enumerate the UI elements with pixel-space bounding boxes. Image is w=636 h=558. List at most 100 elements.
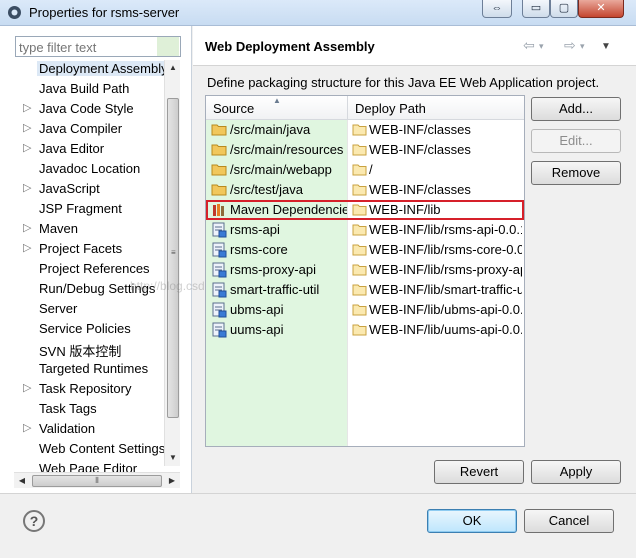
folder-icon — [352, 223, 367, 236]
table-row[interactable]: rsms-api WEB-INF/lib/rsms-api-0.0.1-SNAPS… — [206, 220, 524, 240]
source-cell: rsms-core — [230, 242, 288, 257]
maximize-button[interactable]: ▢ — [550, 0, 578, 18]
deploy-path-column-header[interactable]: Deploy Path — [355, 101, 426, 116]
back-dropdown-icon[interactable]: ▾ — [539, 41, 544, 52]
tree-item[interactable]: Targeted Runtimes — [14, 360, 164, 379]
scroll-up-icon[interactable]: ▲ — [165, 60, 181, 76]
source-cell: rsms-proxy-api — [230, 262, 316, 277]
remove-button[interactable]: Remove — [531, 161, 621, 185]
source-cell: smart-traffic-util — [230, 282, 320, 297]
back-arrow-icon[interactable]: ⇦ — [523, 37, 535, 54]
scroll-right-icon[interactable]: ▶ — [164, 473, 180, 489]
tree-item[interactable]: ▷ Java Compiler — [14, 120, 164, 139]
tree-item[interactable]: Project References — [14, 260, 164, 279]
view-menu-icon[interactable]: ▼ — [601, 41, 611, 52]
edit-button[interactable]: Edit... — [531, 129, 621, 153]
tree-vertical-scrollbar[interactable]: ▲ ≡ ▼ — [164, 60, 180, 466]
expand-arrow-icon[interactable]: ▷ — [23, 141, 31, 154]
table-row[interactable]: /src/main/webapp / — [206, 160, 524, 180]
expand-arrow-icon[interactable]: ▷ — [23, 381, 31, 394]
source-cell: /src/main/webapp — [230, 162, 332, 177]
table-row[interactable]: /src/test/java WEB-INF/classes — [206, 180, 524, 200]
property-nav-pane: Deployment Assembly Java Build Path ▷ Java … — [0, 26, 192, 493]
deploy-path-cell: WEB-INF/lib/smart-traffic-util-0.0.1-SNA… — [369, 282, 522, 297]
tree-item[interactable]: Web Page Editor — [14, 460, 164, 472]
table-row[interactable]: smart-traffic-util WEB-INF/lib/smart-traf… — [206, 280, 524, 300]
revert-button[interactable]: Revert — [434, 460, 524, 484]
tree-item-label: Java Build Path — [39, 81, 130, 96]
tree-item[interactable]: Service Policies — [14, 320, 164, 339]
tree-item[interactable]: ▷ Validation — [14, 420, 164, 439]
tree-item-label: Task Repository — [39, 381, 132, 396]
tree-item[interactable]: ▷ Java Editor — [14, 140, 164, 159]
table-row[interactable]: rsms-proxy-api WEB-INF/lib/rsms-proxy-api… — [206, 260, 524, 280]
project-icon — [211, 222, 227, 238]
forward-dropdown-icon[interactable]: ▾ — [580, 41, 585, 52]
deploy-path-cell: WEB-INF/lib/rsms-proxy-api-0.0.1-SNAPSHO… — [369, 262, 522, 277]
ok-button[interactable]: OK — [427, 509, 517, 533]
table-header: Source ▲ Deploy Path — [206, 96, 524, 120]
tree-item-label: Web Content Settings — [39, 441, 164, 456]
tree-item[interactable]: Java Build Path — [14, 80, 164, 99]
tree-item-label: Web Page Editor — [39, 461, 138, 472]
expand-arrow-icon[interactable]: ▷ — [23, 241, 31, 254]
folder-icon — [352, 303, 367, 316]
folder-icon — [352, 283, 367, 296]
source-cell: uums-api — [230, 322, 284, 337]
table-row[interactable]: /src/main/resources WEB-INF/classes — [206, 140, 524, 160]
scroll-down-icon[interactable]: ▼ — [165, 450, 181, 466]
folder-icon — [211, 122, 227, 138]
tree-item[interactable]: ▷ Task Repository — [14, 380, 164, 399]
tree-item-label: Server — [39, 301, 78, 316]
close-button[interactable]: ✕ — [578, 0, 624, 18]
project-icon — [211, 302, 227, 318]
expand-arrow-icon[interactable]: ▷ — [23, 221, 31, 234]
tree-item[interactable]: Web Content Settings — [14, 440, 164, 459]
expand-arrow-icon[interactable]: ▷ — [23, 421, 31, 434]
restore-button[interactable]: ⇔ — [482, 0, 512, 18]
scroll-thumb[interactable]: ≡ — [167, 98, 179, 418]
expand-arrow-icon[interactable]: ▷ — [23, 101, 31, 114]
hscroll-thumb[interactable]: ⦀ — [32, 475, 162, 487]
expand-arrow-icon[interactable]: ▷ — [23, 181, 31, 194]
page-description: Define packaging structure for this Java… — [207, 75, 600, 90]
source-column-header[interactable]: Source — [213, 101, 254, 116]
help-icon[interactable]: ? — [23, 510, 45, 532]
tree-item[interactable]: Javadoc Location — [14, 160, 164, 179]
tree-item[interactable]: Task Tags — [14, 400, 164, 419]
expand-arrow-icon[interactable]: ▷ — [23, 121, 31, 134]
deployment-table[interactable]: Source ▲ Deploy Path /src/main/java WEB-I… — [205, 95, 525, 447]
table-row[interactable]: ubms-api WEB-INF/lib/ubms-api-0.0.1-SNAPS… — [206, 300, 524, 320]
table-row[interactable]: /src/main/java WEB-INF/classes — [206, 120, 524, 140]
forward-arrow-icon[interactable]: ⇨ — [564, 37, 576, 54]
tree-item-label: Deployment Assembly — [37, 61, 164, 76]
deploy-path-cell: WEB-INF/classes — [369, 122, 471, 137]
minimize-button[interactable]: ▭ — [522, 0, 550, 18]
folder-icon — [352, 123, 367, 136]
tree-item[interactable]: Server — [14, 300, 164, 319]
table-row[interactable]: Maven Dependencies WEB-INF/lib — [206, 200, 524, 220]
table-row[interactable]: rsms-core WEB-INF/lib/rsms-core-0.0.1-SNA… — [206, 240, 524, 260]
tree-item-label: Java Code Style — [39, 101, 134, 116]
page-title: Web Deployment Assembly — [205, 39, 375, 54]
folder-icon — [352, 203, 367, 216]
deploy-path-cell: WEB-INF/lib — [369, 202, 441, 217]
tree-item[interactable]: ▷ JavaScript — [14, 180, 164, 199]
apply-button[interactable]: Apply — [531, 460, 621, 484]
tree-item[interactable]: ▷ Project Facets — [14, 240, 164, 259]
source-cell: /src/test/java — [230, 182, 303, 197]
tree-item-label: Java Editor — [39, 141, 105, 156]
tree-horizontal-scrollbar[interactable]: ◀ ⦀ ▶ — [14, 472, 180, 488]
tree-item[interactable]: ▷ Java Code Style — [14, 100, 164, 119]
add-button[interactable]: Add... — [531, 97, 621, 121]
cancel-button[interactable]: Cancel — [524, 509, 614, 533]
tree-item[interactable]: ▷ Maven — [14, 220, 164, 239]
tree-item[interactable]: SVN 版本控制 — [14, 340, 164, 359]
tree-item[interactable]: Deployment Assembly — [14, 60, 164, 79]
page-header: Web Deployment Assembly ⇦ ▾ ⇨ ▾ ▼ — [193, 26, 636, 66]
deploy-path-cell: WEB-INF/lib/rsms-core-0.0.1-SNAPSHOT.jar — [369, 242, 522, 257]
tree-item[interactable]: JSP Fragment — [14, 200, 164, 219]
scroll-left-icon[interactable]: ◀ — [14, 473, 30, 489]
filter-clear-button[interactable] — [157, 37, 179, 56]
table-row[interactable]: uums-api WEB-INF/lib/uums-api-0.0.1-SNAPS… — [206, 320, 524, 340]
